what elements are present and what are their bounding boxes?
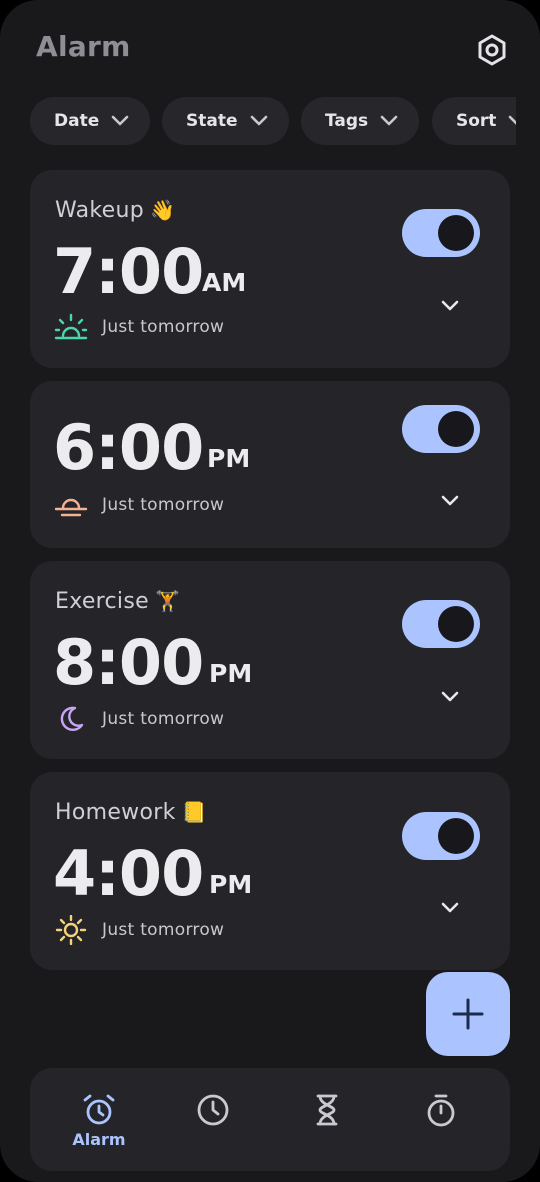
alarm-toggle[interactable] (402, 600, 480, 648)
stopwatch-icon (427, 1094, 455, 1127)
alarm-label: Homework 📒 (55, 800, 207, 825)
filter-chip-tags[interactable]: Tags (301, 97, 419, 145)
filter-chip-sort[interactable]: Sort (432, 97, 516, 145)
alarm-emoji: 👋 (150, 198, 176, 222)
alarm-card[interactable]: Exercise 🏋 8:00 PM Just tomorrow (30, 561, 510, 759)
bottom-nav: Alarm (30, 1068, 510, 1171)
alarm-label-text: Exercise (55, 589, 149, 614)
filter-chip-date[interactable]: Date (30, 97, 150, 145)
alarm-ampm: PM (209, 870, 253, 899)
schedule-text: Just tomorrow (102, 317, 225, 337)
alarm-toggle[interactable] (402, 209, 480, 257)
alarm-ampm: AM (202, 268, 247, 297)
alarm-emoji: 📒 (181, 800, 207, 824)
alarm-card[interactable]: Wakeup 👋 7:00 AM Just tomorrow (30, 170, 510, 368)
chip-label: Tags (325, 111, 369, 131)
clock-icon (197, 1094, 229, 1126)
alarm-toggle[interactable] (402, 812, 480, 860)
alarm-ampm: PM (207, 444, 251, 473)
toggle-knob (438, 411, 474, 447)
nav-item-clock[interactable] (153, 1068, 273, 1171)
alarm-time: 7:00 (53, 235, 204, 308)
chevron-down-icon (111, 115, 129, 126)
alarm-ampm: PM (209, 659, 253, 688)
chevron-down-icon (380, 115, 398, 126)
nav-item-timer[interactable] (267, 1068, 387, 1171)
moon-icon (60, 706, 84, 731)
alarm-time: 4:00 (53, 837, 204, 910)
filter-chip-state[interactable]: State (162, 97, 289, 145)
expand-button[interactable] (436, 292, 464, 320)
filter-bar: Date State Tags Sort (30, 97, 516, 145)
alarm-time: 8:00 (53, 626, 204, 699)
toggle-knob (438, 818, 474, 854)
settings-button[interactable] (470, 28, 514, 72)
alarm-card[interactable]: Homework 📒 4:00 PM Just tomorrow (30, 772, 510, 970)
expand-button[interactable] (436, 487, 464, 515)
chip-label: Date (54, 111, 100, 131)
alarm-clock-icon (83, 1094, 115, 1125)
alarm-time: 6:00 (53, 411, 204, 484)
toggle-knob (438, 215, 474, 251)
schedule-text: Just tomorrow (102, 709, 225, 729)
chevron-down-icon (441, 495, 459, 506)
alarm-label-text: Homework (55, 800, 176, 825)
chip-label: Sort (456, 111, 497, 131)
nav-label: Alarm (72, 1130, 126, 1149)
chevron-down-icon (250, 115, 267, 126)
alarm-schedule: Just tomorrow (54, 490, 224, 520)
chevron-down-icon (441, 902, 459, 913)
add-alarm-button[interactable] (426, 972, 510, 1056)
chevron-down-icon (509, 115, 516, 125)
expand-button[interactable] (436, 683, 464, 711)
sun-icon (55, 915, 87, 945)
chevron-down-icon (441, 300, 459, 311)
toggle-knob (438, 606, 474, 642)
app-screen: Alarm Date State Tags Sort Wakeup👋 7:00 (0, 0, 540, 1182)
page-title: Alarm (36, 30, 131, 63)
plus-icon (452, 998, 484, 1030)
alarm-emoji: 🏋 (154, 589, 181, 613)
sunrise-icon (54, 313, 88, 340)
schedule-text: Just tomorrow (102, 495, 225, 515)
settings-icon (478, 34, 506, 66)
hourglass-icon (316, 1094, 338, 1126)
expand-button[interactable] (436, 894, 464, 922)
alarm-schedule: Just tomorrow (54, 704, 224, 734)
alarm-schedule: Just tomorrow (54, 915, 224, 945)
schedule-text: Just tomorrow (102, 920, 225, 940)
alarm-label: Exercise 🏋 (55, 589, 180, 614)
alarm-toggle[interactable] (402, 405, 480, 453)
alarm-card[interactable]: 6:00 PM Just tomorrow (30, 381, 510, 548)
chip-label: State (186, 111, 238, 131)
chevron-down-icon (441, 691, 459, 702)
sunset-icon (54, 498, 88, 517)
nav-item-stopwatch[interactable] (381, 1068, 501, 1171)
alarm-label: Wakeup 👋 (55, 198, 175, 223)
nav-item-alarm[interactable]: Alarm (39, 1068, 159, 1171)
alarm-schedule: Just tomorrow (54, 312, 224, 342)
alarm-label-text: Wakeup (55, 198, 145, 223)
